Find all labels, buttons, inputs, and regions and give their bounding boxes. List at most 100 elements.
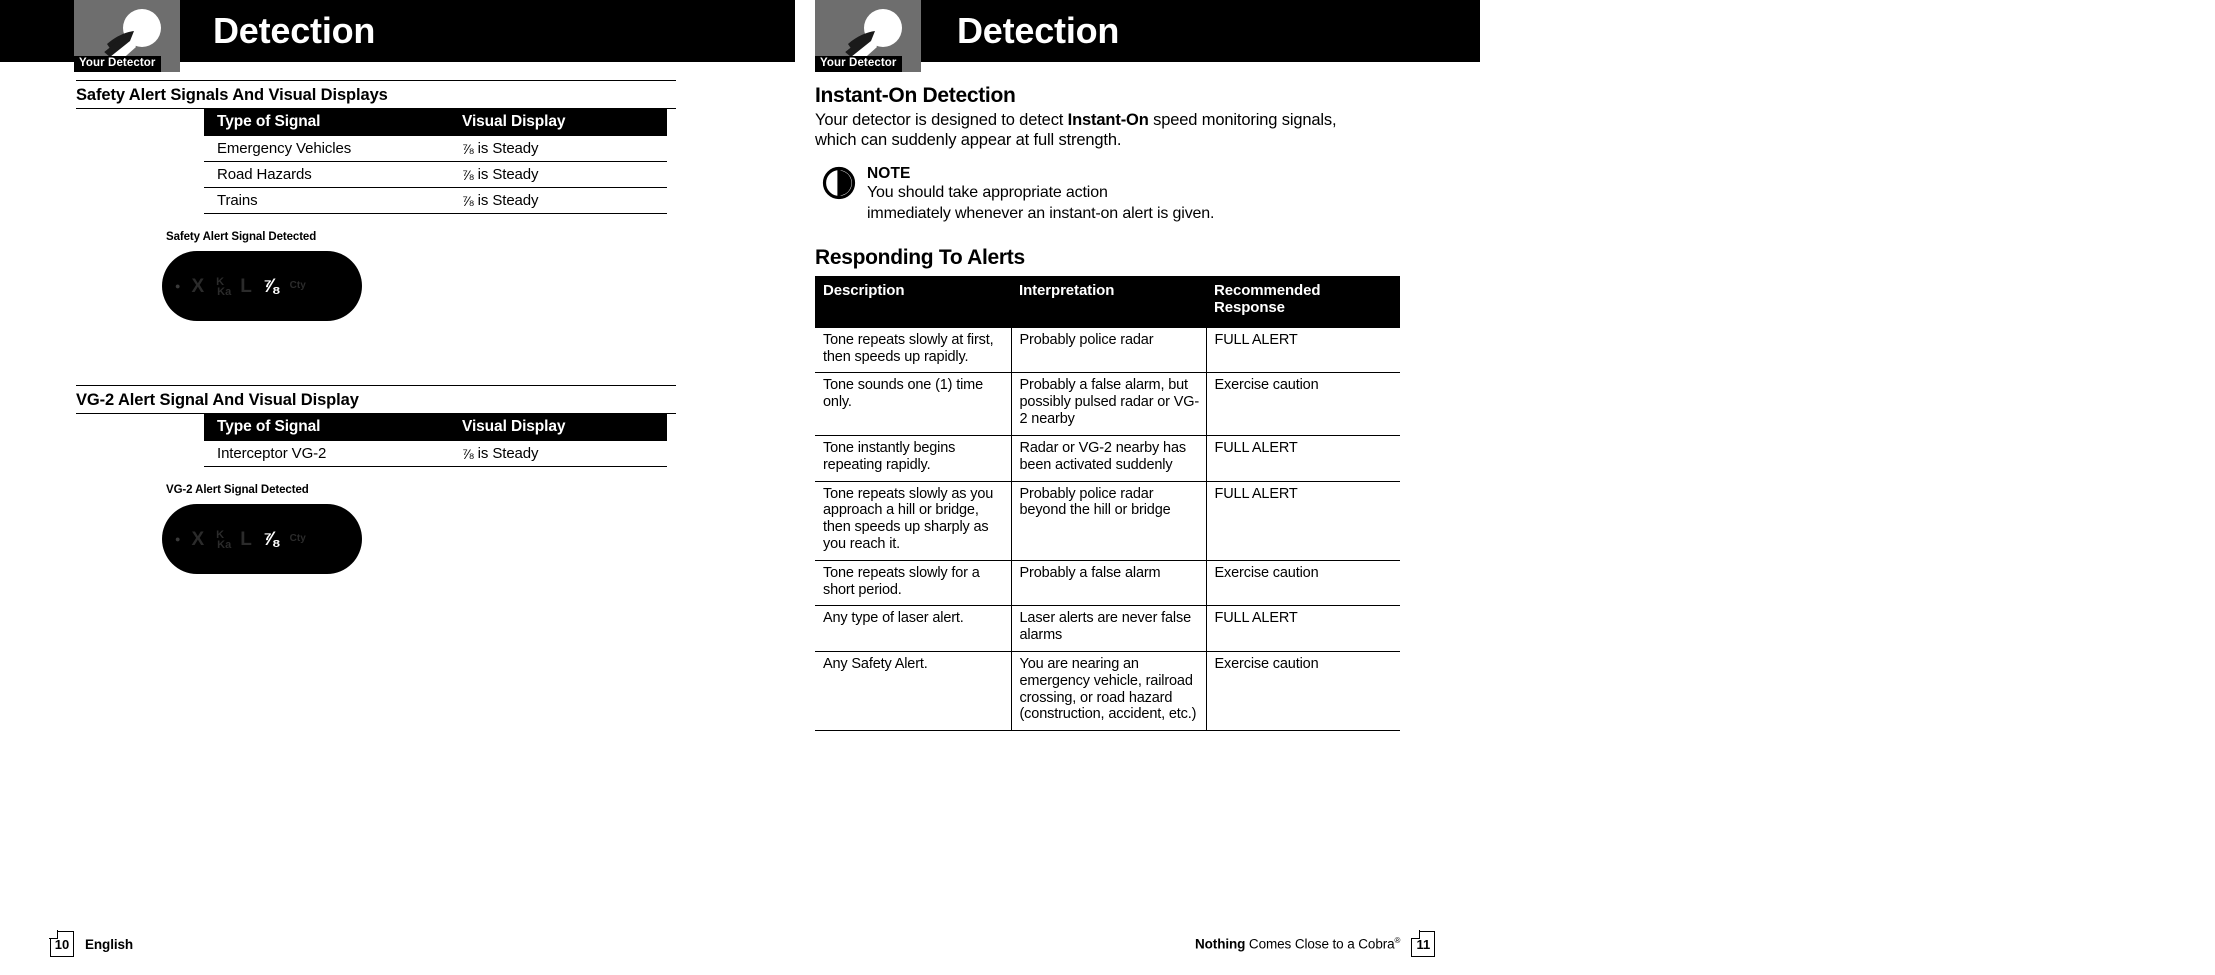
table-header-row: Type of Signal Visual Display: [204, 414, 667, 441]
lcd-segment-vs: ⅞: [262, 275, 279, 297]
note-line-2: immediately whenever an instant-on alert…: [867, 205, 1215, 223]
col-visual-display: Visual Display: [449, 109, 667, 136]
visual-display-cell: ⅞ is Steady: [449, 161, 667, 188]
instant-on-heading: Instant-On Detection: [815, 84, 1016, 107]
table-row: Emergency Vehicles ⅞ is Steady: [204, 136, 667, 162]
cell-description: Any type of laser alert.: [815, 605, 1012, 653]
paragraph-emphasis: Instant-On: [1067, 111, 1149, 129]
col-description: Description: [815, 275, 1011, 328]
page-footer: 10 English Nothing Comes Close to a Cobr…: [0, 915, 2215, 975]
cell-response: FULL ALERT: [1206, 435, 1400, 482]
lcd-segment-x: X: [191, 275, 205, 297]
vg2-lcd-caption: VG-2 Alert Signal Detected: [166, 484, 309, 496]
cell-description: Tone repeats slowly for a short period.: [815, 560, 1012, 607]
tagline-rest: Comes Close to a Cobra: [1245, 936, 1395, 952]
note-block: NOTE You should take appropriate action …: [815, 164, 1415, 224]
cell-interpretation: Probably a false alarm: [1011, 560, 1207, 607]
paragraph-text-a: Your detector is designed to detect: [815, 111, 1068, 129]
table-row: Any type of laser alert. Laser alerts ar…: [815, 605, 1400, 653]
cell-description: Tone repeats slowly at first, then speed…: [815, 327, 1012, 374]
vg2-alert-heading: VG-2 Alert Signal And Visual Display: [76, 386, 676, 414]
table-row: Any Safety Alert. You are nearing an eme…: [815, 651, 1400, 732]
manual-page: Your Detector Detection Your Detector De…: [0, 0, 2215, 975]
logo-tag-label: Your Detector: [815, 55, 902, 72]
table-row: Tone sounds one (1) time only. Probably …: [815, 372, 1400, 436]
note-title: NOTE: [867, 165, 911, 183]
tagline-strong: Nothing: [1195, 936, 1246, 952]
brand-tagline: Nothing Comes Close to a Cobra®: [1195, 936, 1400, 952]
detector-logo-block: Your Detector: [74, 0, 180, 72]
note-info-icon: [822, 167, 856, 200]
cell-response: FULL ALERT: [1206, 327, 1400, 374]
cell-interpretation: Probably police radar beyond the hill or…: [1011, 481, 1207, 561]
page-title-right: Detection: [957, 10, 1120, 51]
cell-response: Exercise caution: [1206, 372, 1400, 436]
col-type-of-signal: Type of Signal: [204, 414, 449, 441]
table-row: Trains ⅞ is Steady: [204, 187, 667, 214]
responding-to-alerts-heading: Responding To Alerts: [815, 245, 1025, 269]
lcd-segment-l: L: [240, 528, 252, 550]
vg2-alert-section: VG-2 Alert Signal And Visual Display Typ…: [76, 385, 676, 574]
table-row: Tone repeats slowly for a short period. …: [815, 560, 1400, 607]
table-row: Road Hazards ⅞ is Steady: [204, 161, 667, 188]
safety-alert-heading: Safety Alert Signals And Visual Displays: [76, 81, 676, 109]
cell-interpretation: Probably police radar: [1011, 327, 1207, 374]
visual-display-cell: ⅞ is Steady: [449, 187, 667, 214]
signal-type-cell: Interceptor VG-2: [204, 441, 449, 467]
left-column: Safety Alert Signals And Visual Displays…: [76, 80, 676, 574]
page-number-right: 11: [1410, 930, 1436, 957]
lcd-segment-x: X: [191, 528, 205, 550]
table-row: Interceptor VG-2 ⅞ is Steady: [204, 441, 667, 467]
cell-interpretation: Radar or VG-2 nearby has been activated …: [1011, 435, 1207, 482]
footer-left-group: 10 English: [49, 930, 134, 957]
cell-interpretation: Laser alerts are never false alarms: [1011, 605, 1207, 653]
responding-to-alerts-table: Description Interpretation Recommended Re…: [815, 275, 1400, 732]
cell-description: Any Safety Alert.: [815, 651, 1012, 732]
col-type-of-signal: Type of Signal: [204, 109, 449, 136]
footer-right-group: Nothing Comes Close to a Cobra® 11: [1195, 930, 1436, 957]
registered-mark: ®: [1394, 936, 1401, 945]
table-row: Tone repeats slowly at first, then speed…: [815, 327, 1400, 374]
cell-interpretation: Probably a false alarm, but possibly pul…: [1011, 372, 1207, 436]
col-visual-display: Visual Display: [449, 414, 667, 441]
table-row: Tone instantly begins repeating rapidly.…: [815, 435, 1400, 482]
cell-description: Tone repeats slowly as you approach a hi…: [815, 481, 1012, 561]
cell-interpretation: You are nearing an emergency vehicle, ra…: [1011, 651, 1207, 732]
col-recommended-response: Recommended Response: [1206, 275, 1400, 328]
cell-response: FULL ALERT: [1206, 605, 1400, 653]
cell-description: Tone sounds one (1) time only.: [815, 372, 1012, 436]
lcd-segment-k-ka: K Ka: [216, 276, 232, 298]
safety-alert-table: Type of Signal Visual Display Emergency …: [204, 109, 667, 214]
page-header-right: Your Detector Detection: [815, 0, 1480, 72]
vg2-lcd-display: ● X K Ka L ⅞ Cty: [162, 504, 362, 574]
cell-description: Tone instantly begins repeating rapidly.: [815, 435, 1012, 482]
safety-lcd-display: ● X K Ka L ⅞ Cty: [162, 251, 362, 321]
safety-lcd-caption: Safety Alert Signal Detected: [166, 231, 317, 243]
visual-display-cell: ⅞ is Steady: [449, 136, 667, 162]
signal-type-cell: Trains: [204, 187, 449, 214]
lcd-segment-k-ka: K Ka: [216, 529, 232, 551]
cell-response: Exercise caution: [1206, 651, 1400, 732]
lcd-segment-dot: ●: [175, 533, 181, 544]
table-header-row: Description Interpretation Recommended Re…: [815, 275, 1400, 328]
lcd-segment-l: L: [240, 275, 252, 297]
lcd-segment-cty: Cty: [289, 280, 306, 291]
right-column: Instant-On Detection Your detector is de…: [815, 84, 1415, 732]
visual-display-cell: ⅞ is Steady: [449, 441, 667, 467]
safety-alert-section: Safety Alert Signals And Visual Displays…: [76, 80, 676, 321]
detector-logo-block-right: Your Detector: [815, 0, 921, 72]
lcd-segment-dot: ●: [175, 280, 181, 291]
lcd-segment-vs: ⅞: [262, 528, 279, 550]
instant-on-paragraph: Your detector is designed to detect Inst…: [815, 110, 1375, 150]
page-title-left: Detection: [213, 10, 376, 51]
footer-language-label: English: [85, 936, 134, 952]
table-row: Tone repeats slowly as you approach a hi…: [815, 481, 1400, 561]
note-line-1: You should take appropriate action: [867, 184, 1108, 202]
vg2-alert-table: Type of Signal Visual Display Intercepto…: [204, 414, 667, 467]
signal-type-cell: Emergency Vehicles: [204, 136, 449, 162]
page-number-left: 10: [49, 930, 74, 957]
page-header-left: Your Detector Detection: [0, 0, 795, 72]
signal-type-cell: Road Hazards: [204, 161, 449, 188]
logo-tag-label: Your Detector: [74, 55, 161, 72]
cell-response: Exercise caution: [1206, 560, 1400, 607]
